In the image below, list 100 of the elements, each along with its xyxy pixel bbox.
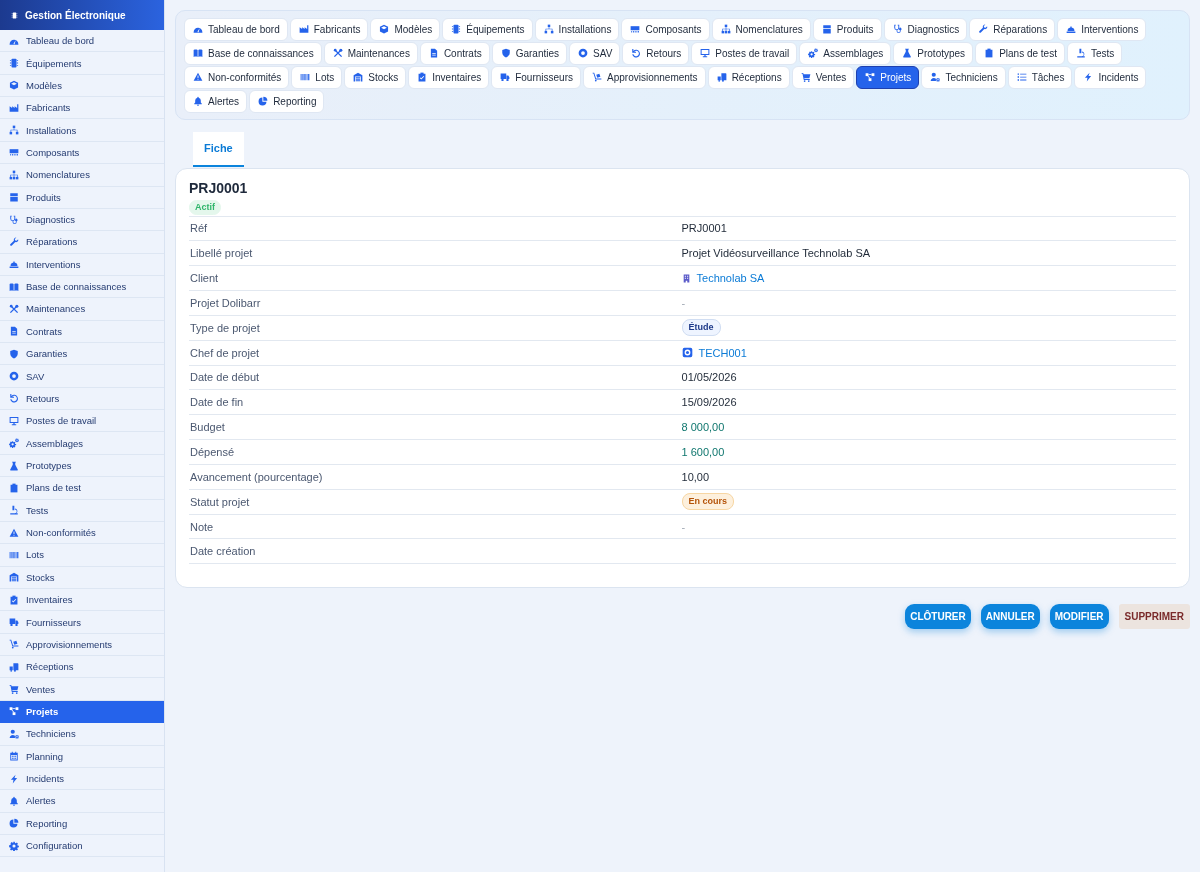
module-tab[interactable]: SAV [569, 42, 621, 65]
sidebar-item[interactable]: Techniciens [0, 723, 164, 746]
module-tab[interactable]: Lots [291, 66, 343, 89]
document-icon [428, 48, 439, 59]
module-tab[interactable]: Approvisionnements [583, 66, 706, 89]
module-tab[interactable]: Tableau de bord [184, 18, 288, 41]
sidebar-item[interactable]: Ventes [0, 678, 164, 701]
module-tab[interactable]: Réparations [969, 18, 1056, 41]
microscope-icon [9, 505, 19, 516]
sidebar-item[interactable]: Assemblages [0, 432, 164, 455]
sidebar-item[interactable]: Nomenclatures [0, 164, 164, 187]
sidebar-item[interactable]: Prototypes [0, 454, 164, 478]
vertical-bars-icon [300, 72, 311, 83]
module-tab[interactable]: Installations [534, 18, 620, 41]
sidebar-item[interactable]: Stocks [0, 566, 164, 589]
action-button[interactable]: MODIFIER [1049, 604, 1109, 630]
sidebar-item[interactable]: Plans de test [0, 477, 164, 500]
sidebar-item[interactable]: Configuration [0, 834, 164, 858]
sidebar-item[interactable]: Lots [0, 544, 164, 567]
chip-icon [11, 9, 18, 21]
module-tab[interactable]: Ventes [791, 66, 855, 89]
sidebar-item[interactable]: Non-conformités [0, 521, 164, 545]
sidebar-item[interactable]: Installations [0, 119, 164, 142]
module-tab[interactable]: Tests [1066, 42, 1123, 65]
sidebar-item[interactable]: Maintenances [0, 298, 164, 321]
module-tab[interactable]: Nomenclatures [711, 18, 811, 41]
module-tab[interactable]: Composants [621, 18, 710, 41]
sidebar-item[interactable]: Réceptions [0, 656, 164, 679]
module-tab[interactable]: Plans de test [975, 42, 1065, 65]
book-icon [9, 281, 19, 292]
module-tab[interactable]: Base de connaissances [184, 42, 322, 65]
module-tab[interactable]: Contrats [419, 42, 490, 65]
module-tab[interactable]: Garanties [491, 42, 568, 65]
sidebar-item[interactable]: Modèles [0, 74, 164, 98]
box-icon [9, 192, 19, 203]
clipboard-icon [9, 482, 19, 493]
action-button[interactable]: CLÔTURER [905, 604, 971, 630]
truck-icon [9, 617, 19, 627]
sidebar-item[interactable]: Réparations [0, 231, 164, 254]
module-tab[interactable]: Reporting [249, 90, 325, 113]
module-tab[interactable]: Assemblages [799, 42, 892, 65]
module-tab[interactable]: Stocks [344, 66, 407, 89]
module-tab[interactable]: Prototypes [893, 42, 974, 65]
module-tab[interactable]: Alertes [184, 90, 248, 113]
client-link[interactable]: Technolab SA [681, 272, 765, 285]
module-tab[interactable]: Fournisseurs [491, 66, 581, 89]
sidebar-item[interactable]: Contrats [0, 320, 164, 344]
sidebar-item[interactable]: Composants [0, 141, 164, 165]
sidebar-item[interactable]: Tableau de bord [0, 30, 164, 53]
sidebar-item[interactable]: Inventaires [0, 589, 164, 612]
sidebar-item[interactable]: Produits [0, 186, 164, 209]
sidebar-item[interactable]: Planning [0, 745, 164, 768]
module-tab[interactable]: Incidents [1074, 66, 1147, 89]
module-tab[interactable]: Équipements [442, 18, 533, 41]
delete-button[interactable]: SUPPRIMER [1118, 604, 1190, 630]
module-tab[interactable]: Techniciens [921, 66, 1006, 89]
cart-icon [800, 72, 811, 83]
sidebar-item[interactable]: Alertes [0, 790, 164, 813]
sidebar-item[interactable]: Tests [0, 499, 164, 522]
sidebar-item[interactable]: Fabricants [0, 97, 164, 120]
module-tab[interactable]: Interventions [1057, 18, 1147, 41]
module-tab[interactable]: Fabricants [289, 18, 369, 41]
module-tab[interactable]: Diagnostics [883, 18, 968, 41]
module-tab[interactable]: Non-conformités [184, 66, 290, 89]
module-tab[interactable]: Retours [622, 42, 690, 65]
clipboard-check-icon [417, 72, 428, 83]
module-tab[interactable]: Réceptions [707, 66, 790, 89]
module-tab[interactable]: Projets [856, 66, 920, 89]
stethoscope-icon [892, 24, 903, 35]
sidebar-item[interactable]: Postes de travail [0, 410, 164, 433]
module-tab[interactable]: Tâches [1007, 66, 1073, 89]
detail-tab[interactable]: Fiche [193, 131, 244, 167]
module-tab[interactable]: Postes de travail [691, 42, 798, 65]
sidebar-item[interactable]: Approvisionnements [0, 633, 164, 657]
sidebar-item[interactable]: Interventions [0, 253, 164, 276]
sidebar-item[interactable]: Fournisseurs [0, 611, 164, 634]
field-label: Statut projet [190, 495, 250, 508]
sidebar-item[interactable]: Retours [0, 387, 164, 411]
manager-link[interactable]: TECH001 [681, 346, 747, 359]
sidebar-item[interactable]: Base de connaissances [0, 275, 164, 299]
sidebar-item[interactable]: Reporting [0, 812, 164, 835]
sidebar-item[interactable]: Garanties [0, 343, 164, 366]
diagram-icon [865, 72, 876, 83]
warehouse-icon [9, 572, 19, 583]
module-tab[interactable]: Modèles [370, 18, 441, 41]
sidebar-item[interactable]: Incidents [0, 767, 164, 791]
document-icon [9, 326, 19, 337]
module-tab[interactable]: Maintenances [323, 42, 418, 65]
module-tab[interactable]: Inventaires [408, 66, 490, 89]
crossed-tools-icon [9, 304, 19, 314]
book-icon [193, 48, 203, 59]
monitor-icon [9, 415, 19, 426]
module-tab[interactable]: Produits [812, 18, 882, 41]
sidebar-item[interactable]: SAV [0, 365, 164, 388]
truck-icon [500, 72, 511, 83]
sidebar-item[interactable]: Projets [0, 700, 164, 724]
network-icon [543, 24, 554, 35]
action-button[interactable]: ANNULER [980, 604, 1040, 630]
sidebar-item[interactable]: Diagnostics [0, 208, 164, 232]
sidebar-item[interactable]: Équipements [0, 52, 164, 75]
